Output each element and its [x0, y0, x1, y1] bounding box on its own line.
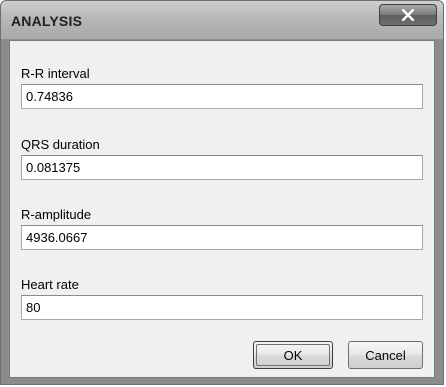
- heart-rate-label: Heart rate: [21, 277, 79, 292]
- ok-button-label: OK: [283, 347, 303, 363]
- close-icon: [401, 9, 415, 21]
- r-amplitude-field[interactable]: 4936.0667: [21, 225, 423, 250]
- analysis-dialog: ANALYSIS R-R interval 0.74836 QRS durati…: [0, 0, 444, 385]
- rr-interval-label: R-R interval: [21, 66, 90, 81]
- window-title: ANALYSIS: [11, 13, 83, 29]
- rr-interval-field[interactable]: 0.74836: [21, 84, 423, 109]
- cancel-button-label: Cancel: [365, 347, 406, 363]
- qrs-duration-field[interactable]: 0.081375: [21, 155, 423, 180]
- close-button[interactable]: [379, 4, 437, 26]
- ok-button[interactable]: OK: [253, 341, 333, 369]
- qrs-duration-label: QRS duration: [21, 137, 100, 152]
- cancel-button[interactable]: Cancel: [348, 341, 423, 369]
- title-bar[interactable]: ANALYSIS: [1, 1, 443, 39]
- r-amplitude-label: R-amplitude: [21, 207, 92, 222]
- heart-rate-field[interactable]: 80: [21, 295, 423, 320]
- dialog-content: R-R interval 0.74836 QRS duration 0.0813…: [9, 40, 435, 378]
